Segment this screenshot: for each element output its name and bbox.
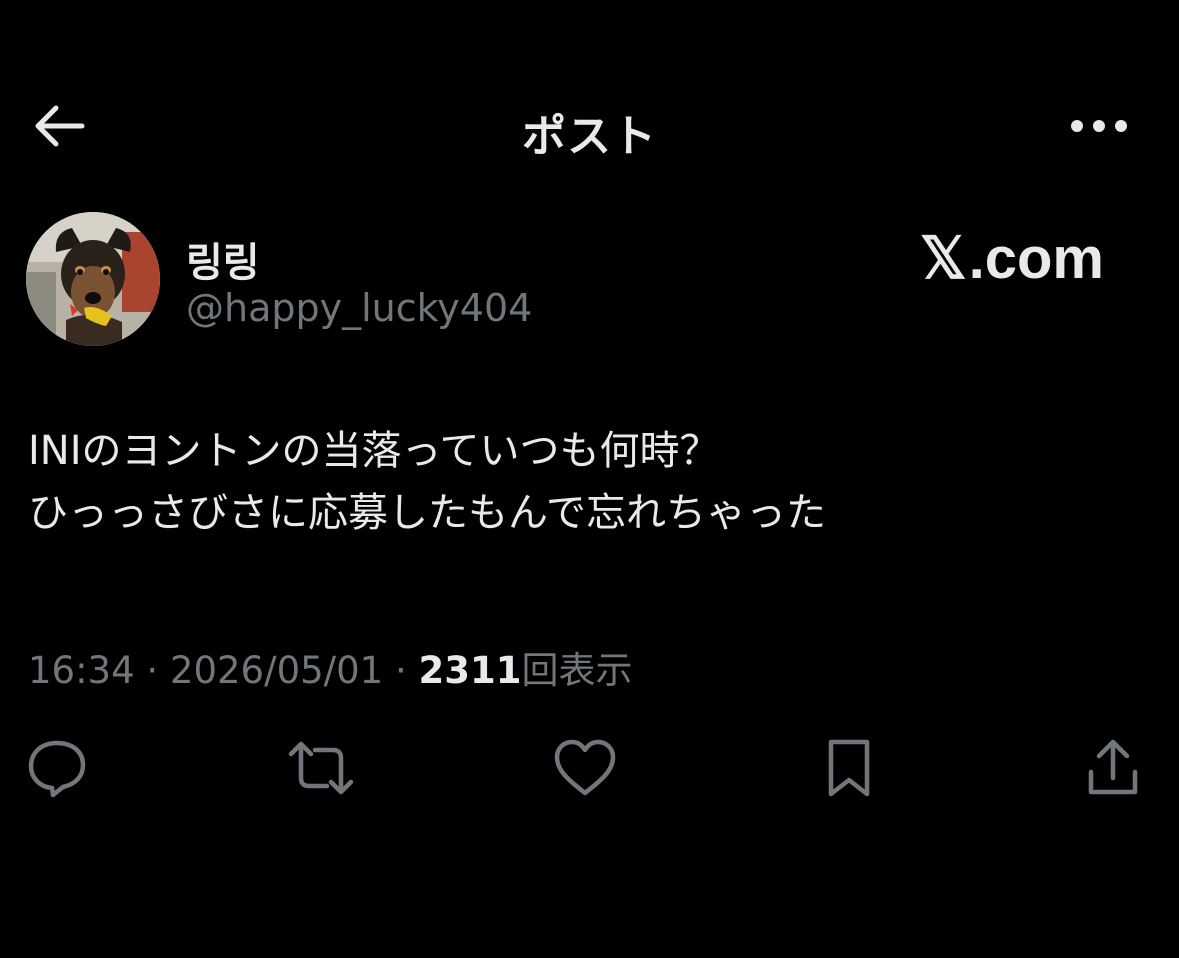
x-logo-icon: 𝕏 (919, 226, 967, 291)
share-button[interactable] (1078, 730, 1148, 806)
repost-button[interactable] (286, 730, 356, 806)
like-button[interactable] (550, 730, 620, 806)
more-button[interactable] (1059, 98, 1139, 154)
top-bar: ポスト (0, 70, 1179, 180)
meta-separator: · (134, 649, 170, 692)
avatar[interactable] (26, 212, 160, 346)
bookmark-icon (828, 739, 870, 797)
post-text: INIのヨントンの当落っていつも何時？ ひっっさびさに応募したもんで忘れちゃった (28, 420, 1148, 544)
post-metadata: 16:34 · 2026/05/01 · 2311回表示 (28, 640, 632, 694)
display-name[interactable]: 링링 (186, 230, 260, 288)
post-text-line: ひっっさびさに応募したもんで忘れちゃった (28, 490, 826, 536)
post-text-line: INIのヨントンの当落っていつも何時？ (28, 428, 720, 474)
share-icon (1088, 739, 1138, 795)
page-title: ポスト (522, 111, 657, 162)
author-block: 링링 @happy_lucky404 𝕏 .com (26, 212, 1146, 352)
post-time[interactable]: 16:34 (28, 649, 135, 692)
views-label: 回表示 (521, 649, 633, 692)
post-date[interactable]: 2026/05/01 (170, 649, 383, 692)
meta-separator: · (383, 649, 419, 692)
x-com-watermark: 𝕏 .com (920, 224, 1104, 292)
views-count: 2311 (418, 649, 522, 692)
reply-icon (28, 740, 86, 798)
bookmark-button[interactable] (814, 730, 884, 806)
user-handle[interactable]: @happy_lucky404 (186, 286, 532, 330)
dog-avatar-image (26, 212, 160, 346)
like-icon (554, 739, 616, 796)
watermark-domain: .com (968, 225, 1104, 291)
reply-button[interactable] (22, 730, 92, 806)
action-bar (0, 730, 1179, 810)
more-horizontal-icon (1071, 120, 1127, 132)
repost-icon (288, 741, 354, 795)
